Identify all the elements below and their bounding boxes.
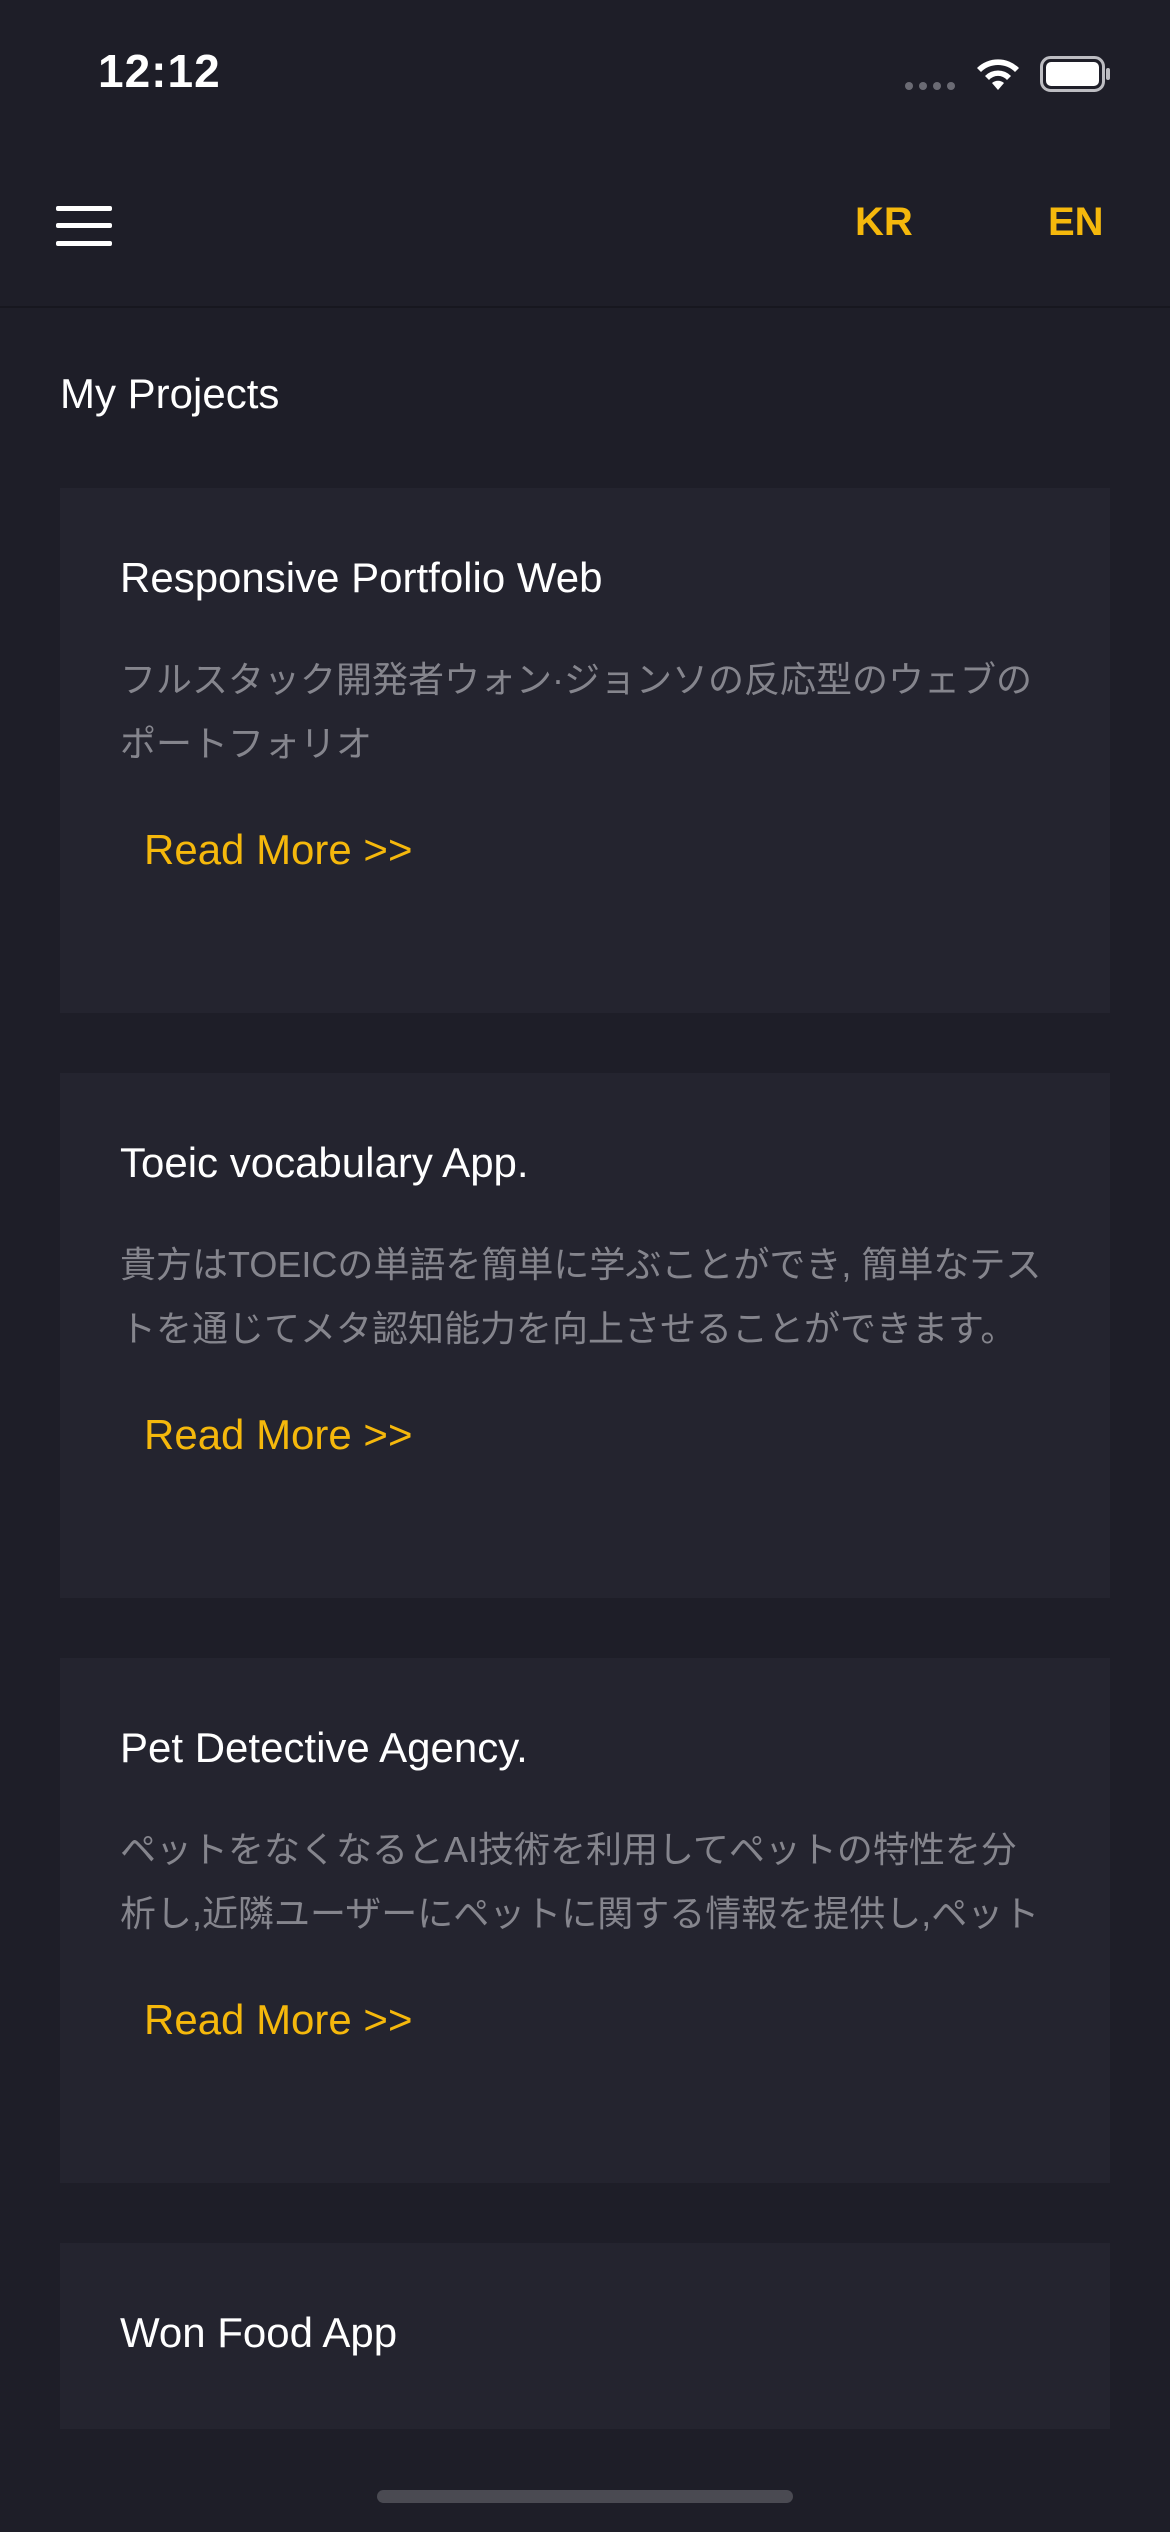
hamburger-menu-icon[interactable] (56, 206, 112, 246)
read-more-link[interactable]: Read More >> (144, 1411, 413, 1459)
project-description: フルスタック開発者ウォン·ジョンソの反応型のウェブのポートフォリオ (120, 659, 1032, 764)
project-description: 貴方はTOEICの単語を簡単に学ぶことができ, 簡単なテストを通じてメタ認知能力… (120, 1244, 1042, 1349)
project-description: ペットをなくなるとAI技術を利用してペットの特性を分析し,近隣ユーザーにペットに… (120, 1829, 1040, 1934)
project-card: Responsive Portfolio Web フルスタック開発者ウォン·ジョ… (60, 488, 1110, 1013)
project-title: Toeic vocabulary App. (120, 1139, 529, 1186)
project-title: Responsive Portfolio Web (120, 554, 603, 601)
wifi-icon (977, 59, 1019, 90)
section-title: My Projects (60, 370, 280, 417)
screen: 12:12 KR EN My Projects Responsive Portf… (0, 0, 1170, 2532)
status-bar: 12:12 (0, 0, 1170, 150)
read-more-link[interactable]: Read More >> (144, 1996, 413, 2044)
project-title: Won Food App (120, 2309, 398, 2356)
language-en-button[interactable]: EN (1048, 200, 1104, 245)
language-kr-button[interactable]: KR (855, 200, 913, 245)
status-time: 12:12 (98, 45, 221, 97)
app-bar: KR EN (0, 150, 1170, 308)
project-title: Pet Detective Agency. (120, 1724, 528, 1771)
battery-icon (1040, 56, 1110, 92)
project-card: Toeic vocabulary App. 貴方はTOEICの単語を簡単に学ぶこ… (60, 1073, 1110, 1598)
cellular-signal-icon (905, 82, 955, 90)
home-indicator (377, 2490, 793, 2503)
project-card: Pet Detective Agency. ペットをなくなるとAI技術を利用して… (60, 1658, 1110, 2183)
read-more-link[interactable]: Read More >> (144, 826, 413, 874)
project-card: Won Food App (60, 2243, 1110, 2429)
